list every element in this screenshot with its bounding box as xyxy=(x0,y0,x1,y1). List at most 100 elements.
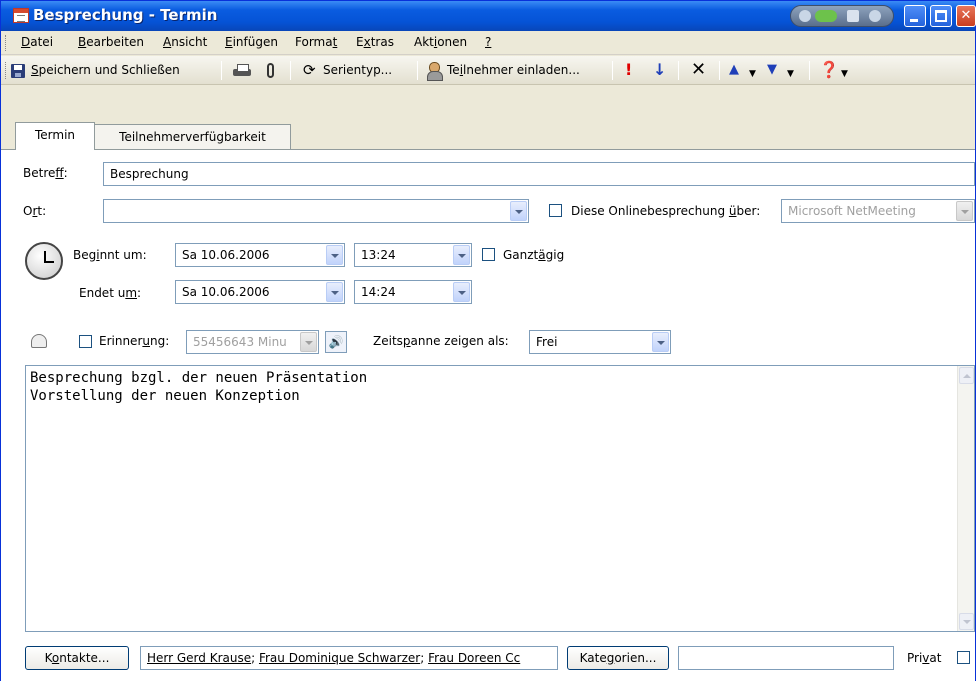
previous-item-icon[interactable]: ▲ xyxy=(729,60,739,80)
calendar-icon xyxy=(13,8,29,23)
help-assistant-icon[interactable]: ❓ xyxy=(819,60,839,80)
scroll-down-icon[interactable] xyxy=(959,613,974,630)
online-meeting-provider-select[interactable]: Microsoft NetMeeting xyxy=(781,199,975,223)
attachment-icon[interactable] xyxy=(267,63,274,78)
save-icon xyxy=(11,64,25,78)
toolbar: Speichern und Schließen ⟳ Serientyp... T… xyxy=(1,56,975,85)
menu-help[interactable]: ? xyxy=(485,35,491,49)
end-date-value: Sa 10.06.2006 xyxy=(182,285,270,299)
start-time-picker[interactable]: 13:24 xyxy=(354,243,472,267)
notes-text: Besprechung bzgl. der neuen Präsentation… xyxy=(30,370,368,404)
start-date-picker[interactable]: Sa 10.06.2006 xyxy=(175,243,345,267)
end-time-picker[interactable]: 14:24 xyxy=(354,280,472,304)
invite-attendees-button[interactable]: Teilnehmer einladen... xyxy=(445,59,605,82)
menu-datei[interactable]: Datei xyxy=(21,35,53,49)
appointment-window: Besprechung - Termin ✕ Datei Bearbeiten … xyxy=(0,0,976,682)
categories-button[interactable]: Kategorien... xyxy=(567,646,669,670)
online-meeting-checkbox[interactable] xyxy=(549,204,562,217)
menu-bearbeiten[interactable]: Bearbeiten xyxy=(78,35,144,49)
contact-separator: ; xyxy=(420,651,429,665)
menu-extras[interactable]: Extras xyxy=(356,35,394,49)
subject-label: Betreff: xyxy=(23,166,68,180)
tab-termin[interactable]: Termin xyxy=(15,122,95,150)
show-as-value: Frei xyxy=(536,335,558,349)
reminder-label: Erinnerung: xyxy=(99,334,170,348)
maximize-icon xyxy=(935,10,947,22)
contacts-button[interactable]: Kontakte... xyxy=(25,646,129,670)
recurrence-button[interactable]: ⟳ Serientyp... xyxy=(301,59,409,82)
delete-icon[interactable]: ✕ xyxy=(691,60,706,80)
importance-high-icon[interactable]: ! xyxy=(625,60,632,80)
save-and-close-button[interactable]: Speichern und Schließen xyxy=(9,59,213,82)
close-icon: ✕ xyxy=(960,8,972,23)
start-date-dropdown-button[interactable] xyxy=(326,245,343,265)
menu-ansicht[interactable]: Ansicht xyxy=(163,35,207,49)
all-day-label: Ganztägig xyxy=(503,248,565,262)
online-provider-dropdown-button[interactable] xyxy=(956,201,973,221)
menu-bar: Datei Bearbeiten Ansicht Einfügen Format… xyxy=(1,31,975,55)
invite-attendees-icon xyxy=(427,62,445,81)
reminder-dropdown-button[interactable] xyxy=(300,332,317,352)
title-bar[interactable]: Besprechung - Termin ✕ xyxy=(1,1,976,31)
toolbar-separator xyxy=(612,61,613,80)
location-label: Ort: xyxy=(23,204,47,218)
start-time-value: 13:24 xyxy=(361,248,396,262)
importance-low-icon[interactable]: ↓ xyxy=(653,60,666,80)
contact-link[interactable]: Herr Gerd Krause xyxy=(147,651,251,665)
window-title: Besprechung - Termin xyxy=(33,6,218,24)
contacts-field[interactable]: Herr Gerd Krause; Frau Dominique Schwarz… xyxy=(140,646,558,670)
toolbar-grip[interactable] xyxy=(5,62,8,79)
reminder-time-value: 55456643 Minu xyxy=(193,335,287,349)
notes-textarea[interactable]: Besprechung bzgl. der neuen Präsentation… xyxy=(25,365,975,632)
all-day-checkbox[interactable] xyxy=(482,248,495,261)
previous-dropdown-icon[interactable]: ▼ xyxy=(749,64,756,84)
section-divider xyxy=(23,315,947,316)
help-dropdown-icon[interactable]: ▼ xyxy=(841,64,848,84)
reminder-bell-icon xyxy=(31,334,47,348)
end-time-dropdown-button[interactable] xyxy=(453,282,470,302)
toolbar-separator xyxy=(221,61,222,80)
start-date-value: Sa 10.06.2006 xyxy=(182,248,270,262)
close-button[interactable]: ✕ xyxy=(956,5,976,27)
show-as-select[interactable]: Frei xyxy=(529,330,671,354)
notes-scrollbar[interactable] xyxy=(957,366,974,631)
private-checkbox[interactable] xyxy=(957,651,970,664)
extension-icon xyxy=(869,10,881,22)
next-dropdown-icon[interactable]: ▼ xyxy=(787,64,794,84)
private-label: Privat xyxy=(907,651,942,665)
maximize-button[interactable] xyxy=(930,5,952,27)
end-label: Endet um: xyxy=(79,286,142,300)
categories-input[interactable] xyxy=(678,646,894,670)
online-meeting-label: Diese Onlinebesprechung über: xyxy=(571,204,761,218)
menu-einfuegen[interactable]: Einfügen xyxy=(225,35,278,49)
clock-icon xyxy=(25,242,63,280)
minimize-button[interactable] xyxy=(904,5,926,27)
show-as-dropdown-button[interactable] xyxy=(652,332,669,352)
location-combobox[interactable] xyxy=(103,199,529,223)
contact-separator: ; xyxy=(251,651,259,665)
menu-grip[interactable] xyxy=(5,35,8,51)
end-date-dropdown-button[interactable] xyxy=(326,282,343,302)
menu-format[interactable]: Format xyxy=(295,35,337,49)
location-dropdown-button[interactable] xyxy=(510,201,527,221)
subject-input[interactable]: Besprechung xyxy=(103,162,975,186)
end-date-picker[interactable]: Sa 10.06.2006 xyxy=(175,280,345,304)
start-label: Beginnt um: xyxy=(73,248,147,262)
toolbar-separator xyxy=(809,61,810,80)
titlebar-extension-icons[interactable] xyxy=(790,5,894,27)
toolbar-separator xyxy=(678,61,679,80)
print-icon[interactable] xyxy=(233,64,251,78)
contact-link[interactable]: Frau Doreen Cc xyxy=(428,651,520,665)
toolbar-separator xyxy=(290,61,291,80)
reminder-sound-icon[interactable]: 🔊 xyxy=(325,331,347,353)
reminder-time-select[interactable]: 55456643 Minu xyxy=(186,330,319,354)
next-item-icon[interactable]: ▼ xyxy=(767,60,777,80)
contact-link[interactable]: Frau Dominique Schwarzer xyxy=(259,651,420,665)
reminder-checkbox[interactable] xyxy=(79,335,92,348)
scroll-up-icon[interactable] xyxy=(959,367,974,384)
menu-aktionen[interactable]: Aktionen xyxy=(414,35,467,49)
toolbar-separator xyxy=(417,61,418,80)
start-time-dropdown-button[interactable] xyxy=(453,245,470,265)
extension-icon xyxy=(799,10,811,22)
tab-teilnehmerverfuegbarkeit[interactable]: Teilnehmerverfügbarkeit xyxy=(95,124,291,150)
